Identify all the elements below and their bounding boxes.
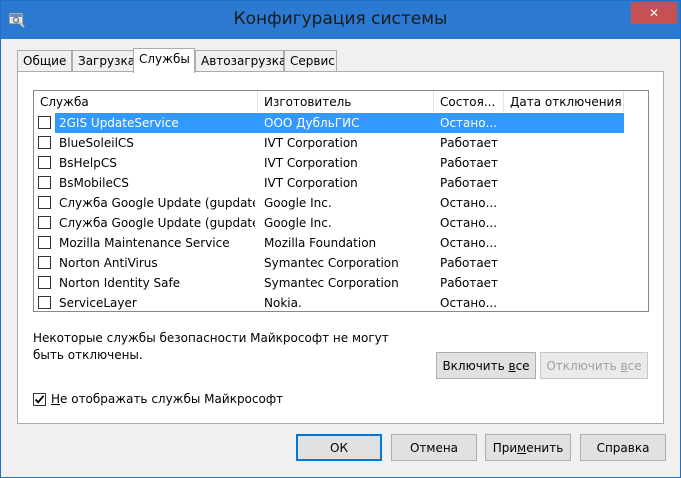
service-row[interactable]: Служба Google Update (gupdate) Google In… <box>34 193 648 213</box>
service-row[interactable]: ServiceLayer Nokia. Остано... <box>34 293 648 311</box>
service-status: Работает <box>440 176 499 190</box>
service-row[interactable]: Mozilla Maintenance Service Mozilla Foun… <box>34 233 648 253</box>
service-checkbox[interactable] <box>38 256 51 269</box>
service-status: Работает <box>440 156 499 170</box>
service-checkbox[interactable] <box>38 176 51 189</box>
tab-label: Общие <box>23 54 67 68</box>
service-checkbox[interactable] <box>38 236 51 249</box>
service-name: BlueSoleilCS <box>59 136 134 150</box>
service-status: Остано... <box>440 296 498 310</box>
tab-label: Автозагрузка <box>201 54 287 68</box>
service-manufacturer: IVT Corporation <box>264 176 358 190</box>
service-manufacturer: ООО ДубльГИС <box>264 116 360 130</box>
service-checkbox[interactable] <box>38 136 51 149</box>
service-row[interactable]: BsMobileCS IVT Corporation Работает <box>34 173 648 193</box>
service-checkbox[interactable] <box>38 296 51 309</box>
ok-button[interactable]: ОК <box>296 434 382 461</box>
service-status: Работает <box>440 136 499 150</box>
service-checkbox[interactable] <box>38 156 51 169</box>
service-status: Остано... <box>440 196 498 210</box>
hide-microsoft-services-option[interactable]: Не отображать службы Майкрософт <box>33 391 283 407</box>
service-manufacturer: Symantec Corporation <box>264 256 399 270</box>
service-name: 2GIS UpdateService <box>59 116 179 130</box>
security-services-note: Некоторые службы безопасности Майкрософт… <box>33 331 389 362</box>
service-status: Работает <box>440 256 499 270</box>
service-row[interactable]: BsHelpCS IVT Corporation Работает <box>34 153 648 173</box>
disable-all-label: Отключить все <box>546 358 642 373</box>
tab-boot[interactable]: Загрузка <box>72 50 136 72</box>
service-checkbox[interactable] <box>38 196 51 209</box>
column-header-status[interactable]: Состоя... <box>434 91 504 113</box>
column-header-disabled-date[interactable]: Дата отключения <box>504 91 624 113</box>
help-button[interactable]: Справка <box>580 434 666 461</box>
service-manufacturer: Mozilla Foundation <box>264 236 377 250</box>
tab-tools[interactable]: Сервис <box>284 50 337 72</box>
checkmark-icon <box>34 394 45 404</box>
service-row[interactable]: Norton AntiVirus Symantec Corporation Ра… <box>34 253 648 273</box>
title-bar[interactable]: Конфигурация системы ✕ <box>1 1 680 39</box>
service-name: Norton Identity Safe <box>59 276 181 290</box>
apply-label: Применить <box>492 440 564 455</box>
service-manufacturer: Google Inc. <box>264 196 332 210</box>
service-status: Работает <box>440 276 499 290</box>
service-manufacturer: IVT Corporation <box>264 136 358 150</box>
hide-microsoft-services-label: Не отображать службы Майкрософт <box>51 392 284 406</box>
service-manufacturer: Nokia. <box>264 296 302 310</box>
close-icon: ✕ <box>648 6 660 20</box>
enable-all-button[interactable]: Включить все <box>436 352 536 379</box>
tab-startup[interactable]: Автозагрузка <box>195 50 287 72</box>
service-name: Служба Google Update (gupdate... <box>59 216 255 230</box>
close-button[interactable]: ✕ <box>631 2 677 24</box>
tab-label: Службы <box>139 52 190 66</box>
service-manufacturer: Symantec Corporation <box>264 276 399 290</box>
service-manufacturer: Google Inc. <box>264 216 332 230</box>
service-name: BsMobileCS <box>59 176 129 190</box>
service-row[interactable]: BlueSoleilCS IVT Corporation Работает <box>34 133 648 153</box>
msconfig-window: Конфигурация системы ✕ Общие Загрузка Сл… <box>0 0 681 478</box>
service-name: Служба Google Update (gupdate) <box>59 196 255 210</box>
tab-label: Сервис <box>290 54 335 68</box>
list-header: Служба Изготовитель Состоя... Дата отклю… <box>34 91 648 113</box>
service-name: Norton AntiVirus <box>59 256 158 270</box>
service-status: Остано... <box>440 216 498 230</box>
cancel-button[interactable]: Отмена <box>391 434 477 461</box>
service-name: BsHelpCS <box>59 156 117 170</box>
service-checkbox[interactable] <box>38 216 51 229</box>
window-title: Конфигурация системы <box>233 9 448 29</box>
services-tab-panel: Служба Изготовитель Состоя... Дата отклю… <box>17 71 664 424</box>
service-name: ServiceLayer <box>59 296 137 310</box>
service-checkbox[interactable] <box>38 116 51 129</box>
hide-microsoft-services-checkbox[interactable] <box>33 392 46 406</box>
service-status: Остано... <box>440 116 498 130</box>
tab-services[interactable]: Службы <box>133 48 195 73</box>
service-status: Остано... <box>440 236 498 250</box>
service-name: Mozilla Maintenance Service <box>59 236 230 250</box>
disable-all-button[interactable]: Отключить все <box>540 352 648 379</box>
service-manufacturer: IVT Corporation <box>264 156 358 170</box>
services-list[interactable]: Служба Изготовитель Состоя... Дата отклю… <box>33 90 649 312</box>
apply-button[interactable]: Применить <box>485 434 571 461</box>
service-row[interactable]: 2GIS UpdateService ООО ДубльГИС Остано..… <box>34 113 648 133</box>
enable-all-label: Включить все <box>442 358 530 373</box>
tab-general[interactable]: Общие <box>17 50 72 72</box>
service-checkbox[interactable] <box>38 276 51 289</box>
column-header-service[interactable]: Служба <box>34 91 258 113</box>
column-header-manufacturer[interactable]: Изготовитель <box>258 91 434 113</box>
dialog-client-area: Общие Загрузка Службы Автозагрузка Серви… <box>8 39 673 471</box>
service-row[interactable]: Служба Google Update (gupdate... Google … <box>34 213 648 233</box>
service-row[interactable]: Norton Identity Safe Symantec Corporatio… <box>34 273 648 293</box>
tab-label: Загрузка <box>78 54 136 68</box>
